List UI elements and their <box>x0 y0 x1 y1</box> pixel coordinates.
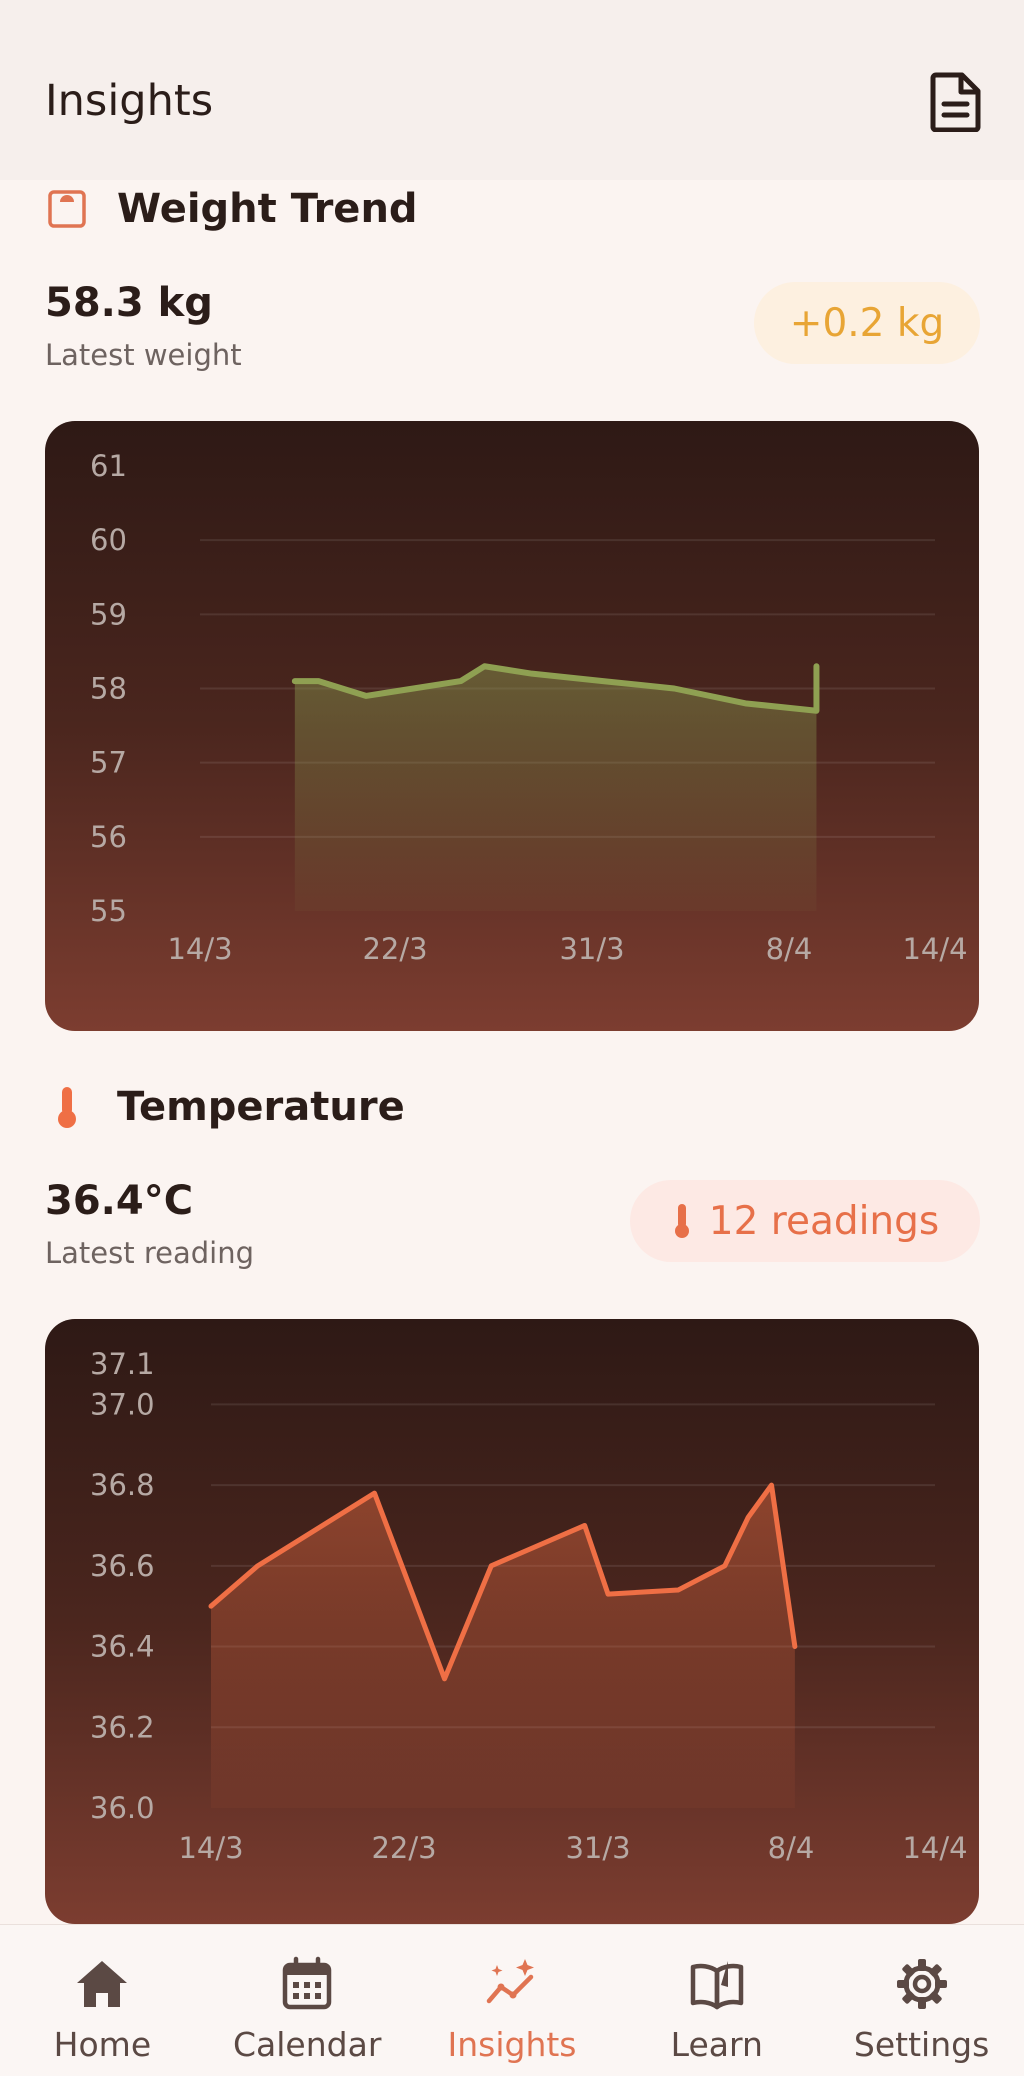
temperature-chart-x-tick-label: 14/4 <box>902 1831 967 1865</box>
latest-temperature-label: Latest reading <box>45 1236 254 1270</box>
weight-change-badge: +0.2 kg <box>754 282 980 364</box>
weight-chart: 61 60 59 58 57 56 55 14/3 22/3 31/3 8/4 14/4 <box>45 421 979 1031</box>
bottom-nav: Home Calendar Insights <box>0 1924 1024 2076</box>
nav-item-insights[interactable]: Insights <box>410 1925 615 2076</box>
temperature-chart-x-tick-label: 8/4 <box>768 1831 815 1865</box>
weight-chart-y-tick-label: 55 <box>90 894 127 928</box>
thermometer-icon <box>45 1085 89 1129</box>
temperature-section-title: Temperature <box>45 1084 405 1130</box>
weight-chart-y-tick-label: 58 <box>90 672 127 706</box>
temperature-chart-y-tick-label: 36.2 <box>90 1710 155 1744</box>
thermometer-icon <box>671 1202 693 1240</box>
temperature-chart-x-tick-label: 31/3 <box>565 1831 630 1865</box>
temperature-chart-y-tick-label: 37.1 <box>90 1347 155 1381</box>
latest-weight-label: Latest weight <box>45 338 242 372</box>
nav-item-calendar[interactable]: Calendar <box>205 1925 410 2076</box>
temperature-chart-y-tick-label: 36.0 <box>90 1791 155 1825</box>
weight-chart-y-tick-label: 56 <box>90 820 127 854</box>
temperature-chart-x-tick-label: 22/3 <box>371 1831 436 1865</box>
nav-label-insights: Insights <box>447 2025 576 2064</box>
weight-section-heading: Weight Trend <box>117 186 418 232</box>
temperature-section-heading: Temperature <box>117 1084 405 1130</box>
weight-chart-svg: 61 60 59 58 57 56 55 14/3 22/3 31/3 8/4 14/4 <box>45 421 979 1031</box>
app-header: Insights <box>0 0 1024 180</box>
weight-chart-x-tick-label: 31/3 <box>559 932 624 966</box>
nav-item-settings[interactable]: Settings <box>819 1925 1024 2076</box>
weight-chart-y-tick-label: 57 <box>90 746 127 780</box>
temperature-chart-y-tick-label: 37.0 <box>90 1387 155 1421</box>
weight-section-title: Weight Trend <box>45 186 418 232</box>
temperature-chart-x-tick-label: 14/3 <box>178 1831 243 1865</box>
gear-icon <box>893 1955 951 2013</box>
temperature-chart-y-tick-label: 36.4 <box>90 1630 155 1664</box>
temperature-chart-svg: 37.1 37.0 36.8 36.6 36.4 36.2 36.0 14/3 22/3 31/3… <box>45 1319 979 1924</box>
temperature-chart-area-fill <box>211 1485 795 1808</box>
nav-item-learn[interactable]: Learn <box>614 1925 819 2076</box>
nav-label-learn: Learn <box>671 2025 763 2064</box>
weight-chart-y-tick-label: 61 <box>90 449 127 483</box>
temperature-chart: 37.1 37.0 36.8 36.6 36.4 36.2 36.0 14/3 22/3 31/3… <box>45 1319 979 1924</box>
temperature-chart-y-tick-label: 36.6 <box>90 1549 155 1583</box>
latest-temperature-value: 36.4°C <box>45 1178 193 1224</box>
weight-chart-x-tick-label: 22/3 <box>362 932 427 966</box>
report-button[interactable] <box>930 72 982 132</box>
weight-chart-x-tick-label: 14/4 <box>902 932 967 966</box>
document-icon <box>930 72 982 132</box>
temperature-chart-y-tick-label: 36.8 <box>90 1468 155 1502</box>
readings-count-text: 12 readings <box>709 1199 939 1244</box>
nav-item-home[interactable]: Home <box>0 1925 205 2076</box>
weight-chart-x-tick-label: 8/4 <box>766 932 813 966</box>
latest-weight-value: 58.3 kg <box>45 280 213 326</box>
book-icon <box>688 1955 746 2013</box>
page-title: Insights <box>45 76 213 126</box>
insights-icon <box>483 1955 541 2013</box>
nav-label-home: Home <box>54 2025 151 2064</box>
home-icon <box>73 1955 131 2013</box>
weight-chart-y-tick-label: 60 <box>90 523 127 557</box>
weight-change-text: +0.2 kg <box>790 301 944 346</box>
scale-icon <box>45 187 89 231</box>
weight-chart-y-tick-label: 59 <box>90 597 127 631</box>
nav-label-settings: Settings <box>854 2025 989 2064</box>
nav-label-calendar: Calendar <box>233 2025 381 2064</box>
weight-chart-x-tick-label: 14/3 <box>167 932 232 966</box>
calendar-icon <box>278 1955 336 2013</box>
readings-count-badge: 12 readings <box>630 1180 980 1262</box>
